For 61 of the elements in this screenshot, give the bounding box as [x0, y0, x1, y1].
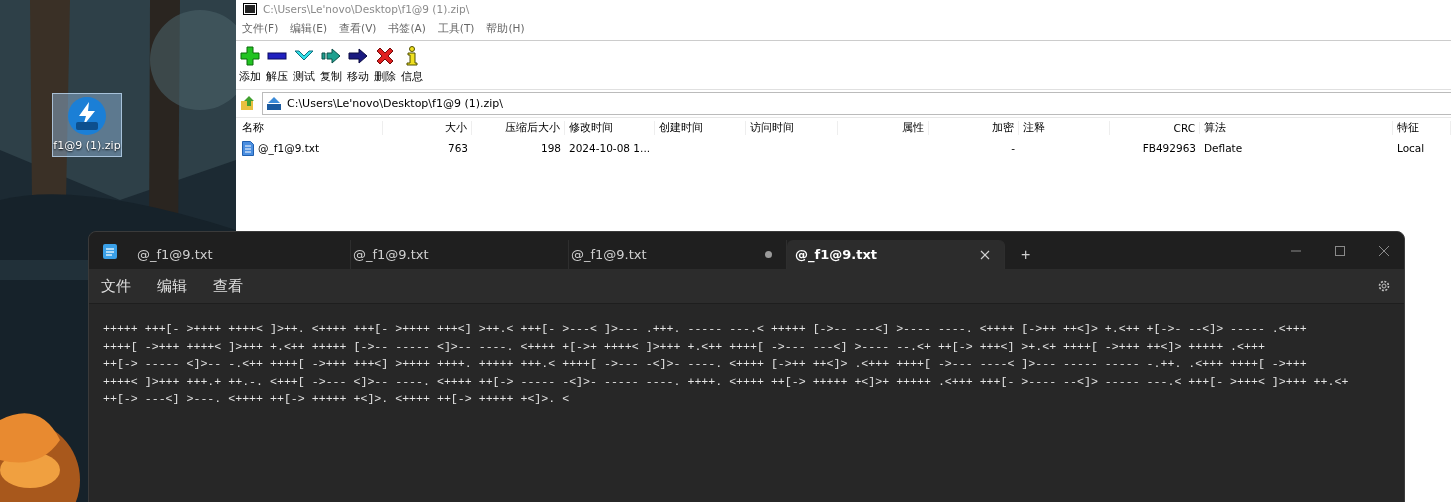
text-line: +++++ +++[- >++++ ++++< ]>++. <++++ +++[- >++++ +++<] >++.< +++[- >---< ]>--- .+++. ----- ---.< +++++ [->-- ---<] >---- ----. <++++ [->++ ++<]> +.<++ +[->- --<]> ----- .<+++: [103, 321, 1308, 337]
menu-item[interactable]: 编辑: [157, 276, 187, 296]
path-field[interactable]: C:\Users\Le'novo\Desktop\f1@9 (1).zip\: [262, 91, 1451, 115]
close-icon[interactable]: [980, 249, 990, 260]
file-name: @_f1@9.txt: [258, 142, 320, 154]
arrow-right-icon: [348, 46, 368, 66]
toolbar-button[interactable]: 信息: [400, 46, 424, 84]
zip-file-icon: [67, 96, 107, 136]
column-header[interactable]: 修改时间: [565, 121, 655, 135]
table-cell-text: 763: [446, 142, 469, 154]
app-icon: [243, 3, 257, 15]
text-line: ++++< ]>+++ +++.+ ++.-. <+++[ ->--- <]>-- ----. <++++ ++[-> ----- -<]>- ----- ----. ++++. <++++ ++[-> +++++ +<]>+ +++++ .<+++ +++[- >---- --<]> ----- ---.< +++[- >+++< ]>+++ ++.<+: [103, 373, 1350, 390]
column-header[interactable]: CRC: [1110, 122, 1200, 134]
table-cell-text: 2024-10-08 1...: [568, 142, 652, 154]
text-line: ++++[ ->+++ ++++< ]>+++ +.<++ +++++ [->-- ----- <]>-- ----. <++++ +[->+ ++++< ]>+++ +.<++ ++++[ ->--- ---<] >---- --.<+ ++[-> +++<] >+.<+ ++++[ ->+++ ++<]> +++++ .<+++: [103, 338, 1266, 355]
column-header[interactable]: 属性: [838, 121, 929, 135]
table-cell-text: Deflate: [1203, 142, 1244, 154]
desktop-file-icon[interactable]: f1@9 (1).zip: [52, 93, 122, 157]
menu-item[interactable]: 文件: [101, 276, 131, 296]
settings-icon[interactable]: [1377, 279, 1391, 293]
unsaved-dot-icon: [765, 251, 772, 258]
menu-item[interactable]: 查看: [213, 276, 243, 296]
table-cell-text: FB492963: [1141, 142, 1197, 154]
menu-item[interactable]: 书签(A): [388, 22, 426, 36]
window-title: C:\Users\Le'novo\Desktop\f1@9 (1).zip\: [263, 3, 470, 15]
column-header[interactable]: 访问时间: [746, 121, 838, 135]
text-line: ++[-> ---<] >---. <++++ ++[-> +++++ +<]>. <++++ ++[-> +++++ +<]>. <: [103, 391, 571, 407]
plus-icon: [240, 46, 260, 66]
table-cell-text: -: [1010, 142, 1016, 154]
tab[interactable]: @_f1@9.txt: [787, 240, 1005, 269]
menu-item[interactable]: 文件(F): [242, 22, 279, 36]
column-header[interactable]: 创建时间: [655, 121, 746, 135]
text-line: ++[-> ----- <]>-- -.<++ ++++[ ->+++ +++<] >++++ ++++. +++++ +++.< ++++[ ->--- -<]>- ----. <++++ [->++ ++<]> .<+++ ++++[ ->--- ----< ]>--- ----- ----- -.++. .<+++ ++++[ ->+++: [103, 356, 1308, 372]
delete-icon: [375, 46, 395, 66]
toolbar-button[interactable]: 测试: [292, 46, 316, 84]
toolbar-button[interactable]: 复制: [319, 46, 343, 84]
toolbar-button[interactable]: 移动: [346, 46, 370, 84]
column-header[interactable]: 压缩后大小: [472, 121, 565, 135]
column-header[interactable]: 特征: [1393, 121, 1451, 135]
menu-item[interactable]: 帮助(H): [486, 22, 525, 36]
menu-item[interactable]: 查看(V): [339, 22, 377, 36]
column-header[interactable]: 加密: [929, 121, 1019, 135]
notepad-icon: [103, 243, 117, 259]
close-icon[interactable]: [1379, 245, 1389, 256]
column-header[interactable]: 注释: [1019, 121, 1110, 135]
toolbar-button[interactable]: 添加: [238, 46, 262, 84]
folder-up-icon[interactable]: [240, 95, 256, 111]
menu-item[interactable]: 编辑(E): [290, 22, 328, 36]
new-tab-button[interactable]: +: [1015, 246, 1037, 264]
arrow-right-icon: [321, 46, 341, 66]
info-icon: [405, 46, 419, 66]
menu-item[interactable]: 工具(T): [437, 22, 475, 36]
column-header[interactable]: 名称: [238, 121, 383, 135]
maximize-icon[interactable]: [1335, 245, 1345, 256]
table-cell-text: 198: [539, 142, 562, 154]
toolbar-button[interactable]: 删除: [373, 46, 397, 84]
toolbar-button[interactable]: 解压: [265, 46, 289, 84]
text-file-icon: [242, 140, 254, 156]
column-header[interactable]: 大小: [383, 121, 472, 135]
column-header[interactable]: 算法: [1200, 121, 1393, 135]
table-cell-text: Local: [1396, 142, 1426, 154]
